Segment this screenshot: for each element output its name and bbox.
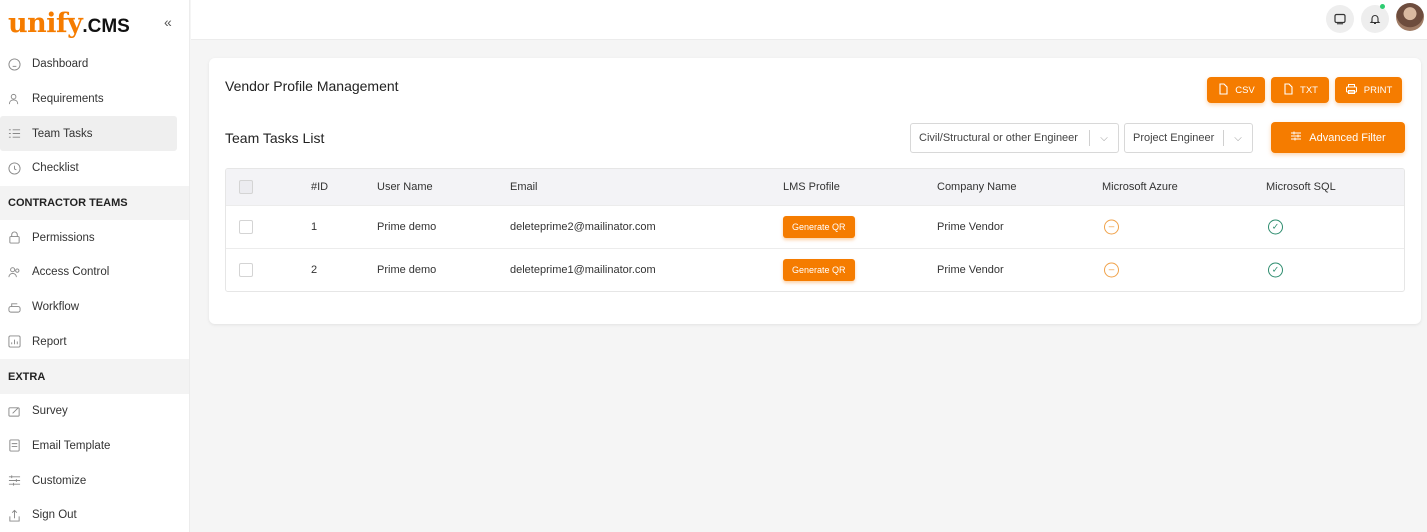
print-button[interactable]: PRINT [1335,77,1402,103]
cell-email: deleteprime1@mailinator.com [510,264,656,276]
sidebar-item-checklist[interactable]: Checklist [0,151,189,186]
sidebar-item-label: Sign Out [32,509,77,522]
cell-user-name: Prime demo [377,221,437,233]
list-icon [7,127,21,141]
cell-email: deleteprime2@mailinator.com [510,221,656,233]
user-group-icon [7,265,21,279]
cell-id: 2 [311,264,318,276]
sidebar-item-label: Requirements [32,93,104,106]
sidebar-item-label: Workflow [32,301,80,314]
avatar[interactable] [1396,3,1424,31]
minus-circle-icon: – [1104,262,1119,278]
generate-qr-button[interactable]: Generate QR [783,259,855,281]
sliders-icon [7,474,21,488]
sliders-icon [1290,130,1302,145]
check-circle-icon: ✓ [1268,219,1283,235]
edit-icon [7,404,21,418]
header-email[interactable]: Email [510,181,538,193]
sidebar-item-dashboard[interactable]: Dashboard [0,47,189,82]
template-icon [7,439,21,453]
export-txt-label: TXT [1300,84,1318,96]
select-all-checkbox[interactable] [239,180,253,194]
cell-id: 1 [311,221,318,233]
chart-icon [7,335,21,349]
check-circle-icon: ✓ [1268,262,1283,278]
section-contractor-teams: CONTRACTOR TEAMS [0,185,189,221]
generate-qr-button[interactable]: Generate QR [783,216,855,238]
sidebar-item-sign-out[interactable]: Sign Out [0,498,189,532]
discipline-select[interactable]: Civil/Structural or other Engineer ⌵ [910,123,1119,153]
header-company-name[interactable]: Company Name [937,181,1016,193]
table-row: 1 Prime demo deleteprime2@mailinator.com… [226,205,1404,248]
sign-out-icon [7,508,21,522]
table-header: #ID User Name Email LMS Profile Company … [226,169,1404,205]
notification-dot [1380,4,1385,9]
advanced-filter-label: Advanced Filter [1309,131,1386,144]
header-microsoft-sql[interactable]: Microsoft SQL [1266,181,1336,193]
logo[interactable]: unify.CMS [8,8,130,39]
sidebar-item-permissions[interactable]: Permissions [0,220,189,255]
workflow-icon [7,300,21,314]
role-value: Project Engineer [1133,132,1215,144]
cell-company-name: Prime Vendor [937,221,1004,233]
file-icon [1282,82,1294,98]
page-title: Vendor Profile Management [225,78,399,94]
row-checkbox[interactable] [239,220,253,234]
tasks-table: #ID User Name Email LMS Profile Company … [225,168,1405,292]
printer-icon [1345,83,1358,98]
export-csv-label: CSV [1235,84,1255,96]
row-checkbox[interactable] [239,263,253,277]
header-id[interactable]: #ID [311,181,328,193]
header-lms-profile[interactable]: LMS Profile [783,181,840,193]
lock-icon [7,231,21,245]
export-csv-button[interactable]: CSV [1207,77,1265,103]
sidebar: unify.CMS « Dashboard Requirements Team … [0,0,190,532]
role-select[interactable]: Project Engineer ⌵ [1124,123,1253,153]
sidebar-item-label: Team Tasks [32,127,93,140]
double-chevron-left-icon[interactable]: « [164,14,172,30]
cell-company-name: Prime Vendor [937,264,1004,276]
sidebar-item-workflow[interactable]: Workflow [0,290,189,325]
sidebar-item-report[interactable]: Report [0,325,189,360]
sidebar-item-label: Access Control [32,266,110,279]
sidebar-item-access-control[interactable]: Access Control [0,255,189,290]
logo-suffix: .CMS [82,16,130,37]
section-extra: EXTRA [0,359,189,394]
chevron-down-icon: ⌵ [1100,132,1108,144]
users-icon [7,92,21,106]
logo-row: unify.CMS « [0,0,189,47]
advanced-filter-button[interactable]: Advanced Filter [1271,122,1405,153]
sidebar-item-label: Survey [32,405,68,418]
table-row: 2 Prime demo deleteprime1@mailinator.com… [226,248,1404,291]
sidebar-item-label: Permissions [32,231,95,244]
screen-icon[interactable] [1326,5,1354,33]
discipline-value: Civil/Structural or other Engineer [919,132,1078,144]
clock-icon [7,161,21,175]
list-title: Team Tasks List [225,130,325,146]
file-icon [1217,82,1229,98]
sidebar-item-survey[interactable]: Survey [0,394,189,429]
sidebar-item-team-tasks[interactable]: Team Tasks [0,116,177,152]
bell-icon[interactable] [1361,5,1389,33]
header-microsoft-azure[interactable]: Microsoft Azure [1102,181,1178,193]
sidebar-item-requirements[interactable]: Requirements [0,82,189,117]
print-label: PRINT [1363,84,1393,96]
home-icon [7,57,21,71]
export-txt-button[interactable]: TXT [1271,77,1329,103]
topbar [191,0,1427,40]
sidebar-item-label: Customize [32,474,87,487]
header-user-name[interactable]: User Name [377,181,433,193]
sidebar-item-label: Checklist [32,162,79,175]
chevron-down-icon: ⌵ [1234,132,1242,144]
sidebar-item-email-template[interactable]: Email Template [0,429,189,464]
sidebar-item-customize[interactable]: Customize [0,463,189,498]
sidebar-item-label: Report [32,335,67,348]
cell-user-name: Prime demo [377,264,437,276]
minus-circle-icon: – [1104,219,1119,235]
logo-main: unify [8,8,83,39]
sidebar-item-label: Dashboard [32,58,89,71]
main-card: Vendor Profile Management CSV TXT PRINT … [209,58,1421,324]
sidebar-item-label: Email Template [32,439,111,452]
